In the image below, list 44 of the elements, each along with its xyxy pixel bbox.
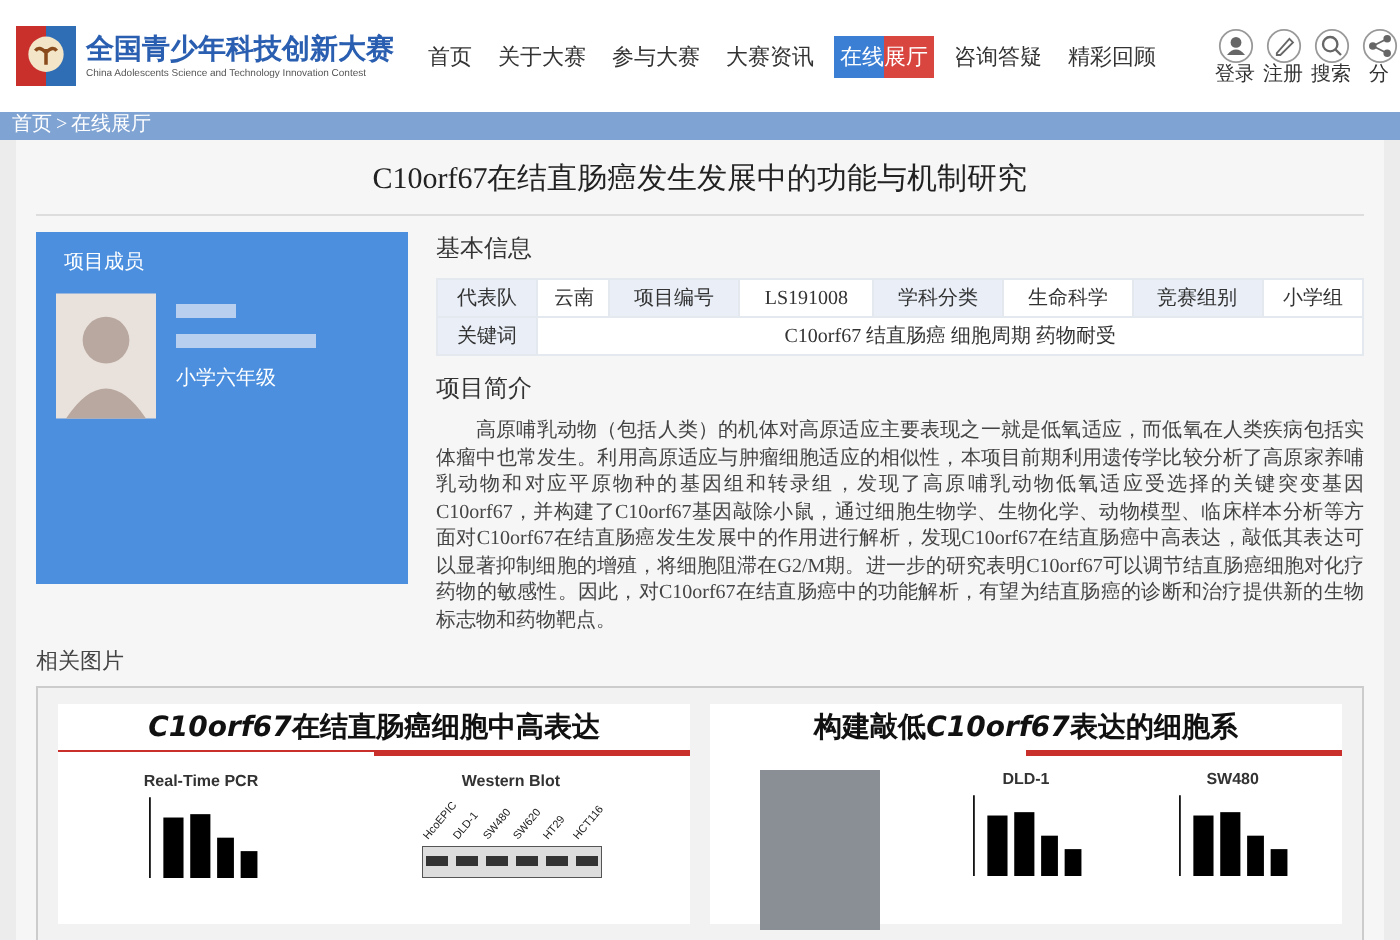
project-title: C10orf67在结直肠癌发生发展中的功能与机制研究 [36, 140, 1364, 216]
table-label: 关键词 [437, 317, 538, 355]
logo-icon[interactable] [16, 26, 76, 86]
site-title: 全国青少年科技创新大赛 [86, 32, 394, 68]
search-icon[interactable] [1313, 27, 1349, 63]
table-cell: LS191008 [739, 279, 874, 317]
slide-image[interactable]: 构建敲低C10orf67表达的细胞系 DLD-1 SW480 [710, 704, 1342, 924]
user-icon[interactable] [1217, 27, 1253, 63]
slide-title: C10orf67在结直肠癌细胞中高表达 [146, 709, 602, 748]
table-cell: C10orf67 结直肠癌 细胞周期 药物耐受 [537, 317, 1363, 355]
table-label: 项目编号 [609, 279, 740, 317]
nav-link[interactable]: 大赛资讯 [720, 35, 820, 77]
blurred-name [176, 304, 236, 318]
nav-link[interactable]: 在线展厅 [834, 35, 934, 77]
pencil-icon[interactable] [1265, 27, 1301, 63]
person-silhouette [56, 292, 156, 420]
card-heading: 项目成员 [62, 249, 144, 276]
chart-label: DLD-1 [1002, 770, 1050, 788]
table-label: 代表队 [437, 279, 538, 317]
slide-title: 构建敲低C10orf67表达的细胞系 [811, 709, 1240, 748]
action-label[interactable]: 分 [1369, 63, 1389, 85]
nav-link[interactable]: 参与大赛 [606, 35, 706, 77]
nav-link[interactable]: 关于大赛 [492, 35, 592, 77]
table-cell: 小学组 [1262, 279, 1363, 317]
nav-link[interactable]: 精彩回顾 [1062, 35, 1162, 77]
nav-link[interactable]: 咨询答疑 [948, 35, 1048, 77]
section-heading: 相关图片 [36, 647, 126, 676]
share-icon[interactable] [1361, 27, 1397, 63]
chart-label: Real-Time PCR [143, 772, 259, 790]
section-heading: 基本信息 [436, 232, 534, 266]
nav-link[interactable]: 首页 [422, 35, 478, 77]
action-label[interactable]: 登录 [1215, 63, 1255, 85]
table-label: 学科分类 [873, 279, 1004, 317]
chart-label: SW480 [1206, 770, 1259, 788]
breadcrumb-separator: > [56, 114, 68, 138]
member-grade: 小学六年级 [176, 365, 278, 392]
section-heading: 项目简介 [436, 372, 534, 406]
table-label: 竞赛组别 [1132, 279, 1263, 317]
table-cell: 生命科学 [1003, 279, 1133, 317]
action-label[interactable]: 注册 [1263, 63, 1303, 85]
summary-paragraph: 高原哺乳动物（包括人类）的机体对高原适应主要表现之一就是低氧适应，而低氧在人类疾病包括实体瘤中也常发生。利用高原适应与肿瘤细胞适应的相似性，本项目前期利用遗传学比较分析了高原家养哺乳动物和对应平原物种的基因组和转录组，发现了高原哺乳动物低氧适应受选择的关键突变基因C10orf67，并构建了C10orf67基因敲除小鼠，通过细胞生物学、生物化学、动物模型、临床样本分析等方面对C10orf67在结直肠癌发生发展中的作用进行解析，发现C10orf67在结直肠癌中高表达，敲低其表达可以显著抑制细胞的增殖，将细胞阻滞在G2/M期。进一步的研究表明C10orf67可以调节结直肠癌细胞对化疗药物的敏感性。因此，对C10orf67在结直肠癌中的功能解析，有望为结直肠癌的诊断和治疗提供新的生物标志物和药物靶点。 [436, 418, 1364, 634]
blurred-name [176, 334, 316, 348]
action-label[interactable]: 搜索 [1311, 63, 1351, 85]
chart-label: Western Blot [461, 772, 561, 790]
